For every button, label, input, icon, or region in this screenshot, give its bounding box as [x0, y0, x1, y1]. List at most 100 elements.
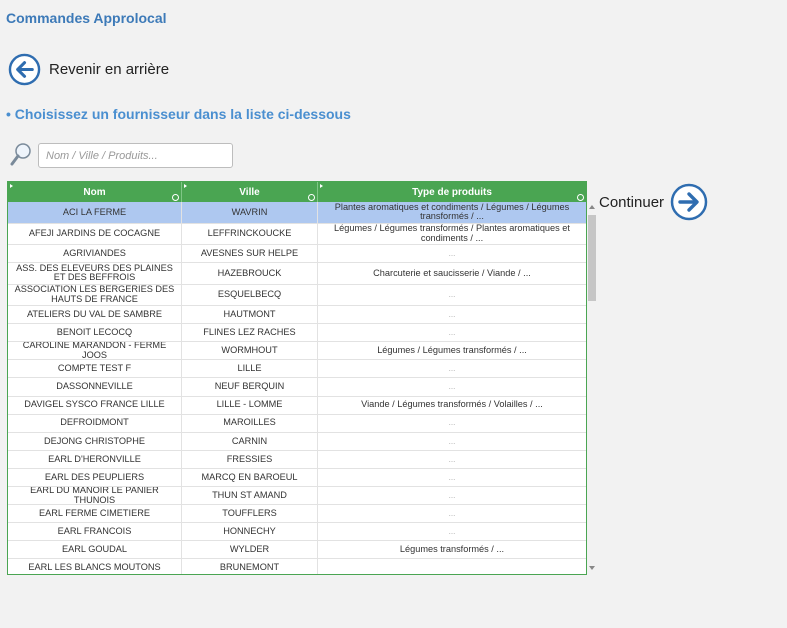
cell-type: ... [448, 508, 456, 518]
cell-type: Plantes aromatiques et condiments / Légu… [334, 202, 570, 222]
filter-icon[interactable] [172, 194, 179, 201]
cell-nom: ATELIERS DU VAL DE SAMBRE [8, 306, 182, 324]
cell-ville: HONNECHY [182, 523, 318, 541]
table-row[interactable]: ASSOCIATION LES BERGERIES DES HAUTS DE F… [8, 284, 586, 307]
grid-scrollbar[interactable] [587, 201, 597, 574]
cell-ville: TOUFFLERS [182, 505, 318, 523]
cell-ville: WORMHOUT [182, 342, 318, 360]
cell-ville: WAVRIN [182, 202, 318, 223]
cell-nom: AFEJI JARDINS DE COCAGNE [8, 223, 182, 244]
sort-icon [184, 184, 187, 188]
column-header-nom[interactable]: Nom [8, 182, 182, 202]
table-row[interactable]: DEJONG CHRISTOPHE CARNIN... [8, 432, 586, 451]
continue-button[interactable]: Continuer [599, 183, 708, 221]
table-row[interactable]: CAROLINE MARANDON - FERME JOOS WORMHOUT Lé… [8, 342, 586, 361]
cell-type: ... [448, 490, 456, 500]
cell-nom: AGRIVIANDES [8, 245, 182, 263]
sort-icon [10, 184, 13, 188]
table-row[interactable]: EARL DU MANOIR LE PANIER THUNOIS THUN ST … [8, 487, 586, 506]
table-row[interactable]: EARL LES BLANCS MOUTONS BRUNEMONT [8, 559, 586, 574]
cell-type: ... [448, 418, 456, 428]
cell-ville: NEUF BERQUIN [182, 378, 318, 396]
table-row[interactable]: BENOIT LECOCQ FLINES LEZ RACHES... [8, 324, 586, 343]
instruction-text: • Choisissez un fournisseur dans la list… [6, 106, 351, 122]
cell-nom: EARL FERME CIMETIERE [8, 505, 182, 523]
cell-ville: AVESNES SUR HELPE [182, 245, 318, 263]
cell-ville: LEFFRINCKOUCKE [182, 223, 318, 244]
cell-type: Légumes transformés / ... [399, 544, 505, 555]
cell-type: ... [448, 290, 456, 300]
table-row[interactable]: ACI LA FERME WAVRIN Plantes aromatiques et… [8, 202, 586, 224]
table-row[interactable]: EARL GOUDAL WYLDER Légumes transformés / .… [8, 541, 586, 560]
filter-icon[interactable] [308, 194, 315, 201]
table-row[interactable]: EARL D'HERONVILLE FRESSIES... [8, 450, 586, 469]
sort-icon [320, 184, 323, 188]
cell-type [318, 559, 586, 574]
scroll-thumb[interactable] [588, 215, 596, 301]
cell-nom: DEJONG CHRISTOPHE [8, 432, 182, 450]
cell-ville: WYLDER [182, 541, 318, 559]
table-row[interactable]: DASSONNEVILLE NEUF BERQUIN... [8, 378, 586, 397]
scroll-up-icon[interactable] [589, 205, 595, 209]
cell-type: ... [448, 472, 456, 482]
arrow-left-circle-icon [8, 53, 41, 86]
cell-nom: DASSONNEVILLE [8, 378, 182, 396]
table-row[interactable]: ASS. DES ELEVEURS DES PLAINES ET DES BEF… [8, 263, 586, 285]
cell-ville: BRUNEMONT [182, 559, 318, 574]
table-row[interactable]: DAVIGEL SYSCO FRANCE LILLE LILLE - LOMME V… [8, 396, 586, 415]
cell-type: ... [448, 527, 456, 537]
cell-type: Légumes / Légumes transformés / ... [377, 345, 527, 356]
cell-ville: THUN ST AMAND [182, 487, 318, 505]
grid-body: ACI LA FERME WAVRIN Plantes aromatiques et… [8, 202, 586, 574]
table-row[interactable]: EARL DES PEUPLIERS MARCQ EN BAROEUL... [8, 468, 586, 488]
table-row[interactable]: EARL FRANCOIS HONNECHY... [8, 523, 586, 542]
column-header-type[interactable]: Type de produits [318, 182, 586, 202]
search-input[interactable] [38, 143, 233, 168]
cell-ville: ESQUELBECQ [182, 284, 318, 306]
cell-ville: CARNIN [182, 432, 318, 450]
cell-type: ... [448, 454, 456, 464]
column-header-ville[interactable]: Ville [182, 182, 318, 202]
cell-type: Viande / Légumes transformés / Volailles… [361, 399, 543, 410]
table-row[interactable]: DEFROIDMONT MAROILLES... [8, 414, 586, 433]
scroll-down-icon[interactable] [589, 566, 595, 570]
cell-ville: FRESSIES [182, 450, 318, 468]
cell-nom: EARL LES BLANCS MOUTONS [8, 559, 182, 574]
cell-ville: MARCQ EN BAROEUL [182, 468, 318, 487]
cell-nom: EARL GOUDAL [8, 541, 182, 559]
cell-ville: FLINES LEZ RACHES [182, 324, 318, 342]
supplier-grid: Nom Ville Type de produits ACI LA FERME W… [7, 181, 587, 575]
cell-nom: EARL D'HERONVILLE [8, 450, 182, 468]
arrow-right-circle-icon [670, 183, 708, 221]
cell-type: ... [448, 436, 456, 446]
table-row[interactable]: AGRIVIANDES AVESNES SUR HELPE... [8, 245, 586, 264]
column-header-label: Type de produits [412, 186, 492, 198]
cell-nom: COMPTE TEST F [8, 360, 182, 378]
cell-type: ... [448, 327, 456, 337]
cell-type: Légumes / Légumes transformés / Plantes … [334, 223, 570, 243]
cell-nom: DEFROIDMONT [8, 414, 182, 432]
cell-nom: EARL FRANCOIS [8, 523, 182, 541]
table-row[interactable]: ATELIERS DU VAL DE SAMBRE HAUTMONT... [8, 306, 586, 325]
table-row[interactable]: EARL FERME CIMETIERE TOUFFLERS... [8, 505, 586, 524]
continue-label: Continuer [599, 193, 665, 211]
table-row[interactable]: COMPTE TEST F LILLE... [8, 360, 586, 379]
cell-type: ... [448, 364, 456, 374]
cell-ville: LILLE [182, 360, 318, 378]
table-row[interactable]: AFEJI JARDINS DE COCAGNE LEFFRINCKOUCKE Lé… [8, 223, 586, 245]
grid-header: Nom Ville Type de produits [8, 182, 586, 202]
cell-nom: CAROLINE MARANDON - FERME JOOS [8, 342, 182, 360]
back-label: Revenir en arrière [49, 61, 170, 78]
cell-ville: HAUTMONT [182, 306, 318, 324]
cell-nom: EARL DES PEUPLIERS [8, 468, 182, 487]
cell-ville: LILLE - LOMME [182, 396, 318, 414]
cell-ville: MAROILLES [182, 414, 318, 432]
back-button[interactable]: Revenir en arrière [8, 53, 169, 86]
cell-type: ... [448, 309, 456, 319]
filter-icon[interactable] [577, 194, 584, 201]
column-header-label: Nom [83, 186, 106, 198]
cell-type: Charcuterie et saucisserie / Viande / ..… [373, 267, 531, 278]
cell-nom: ACI LA FERME [8, 202, 182, 223]
column-header-label: Ville [239, 186, 260, 198]
cell-type: ... [448, 382, 456, 392]
